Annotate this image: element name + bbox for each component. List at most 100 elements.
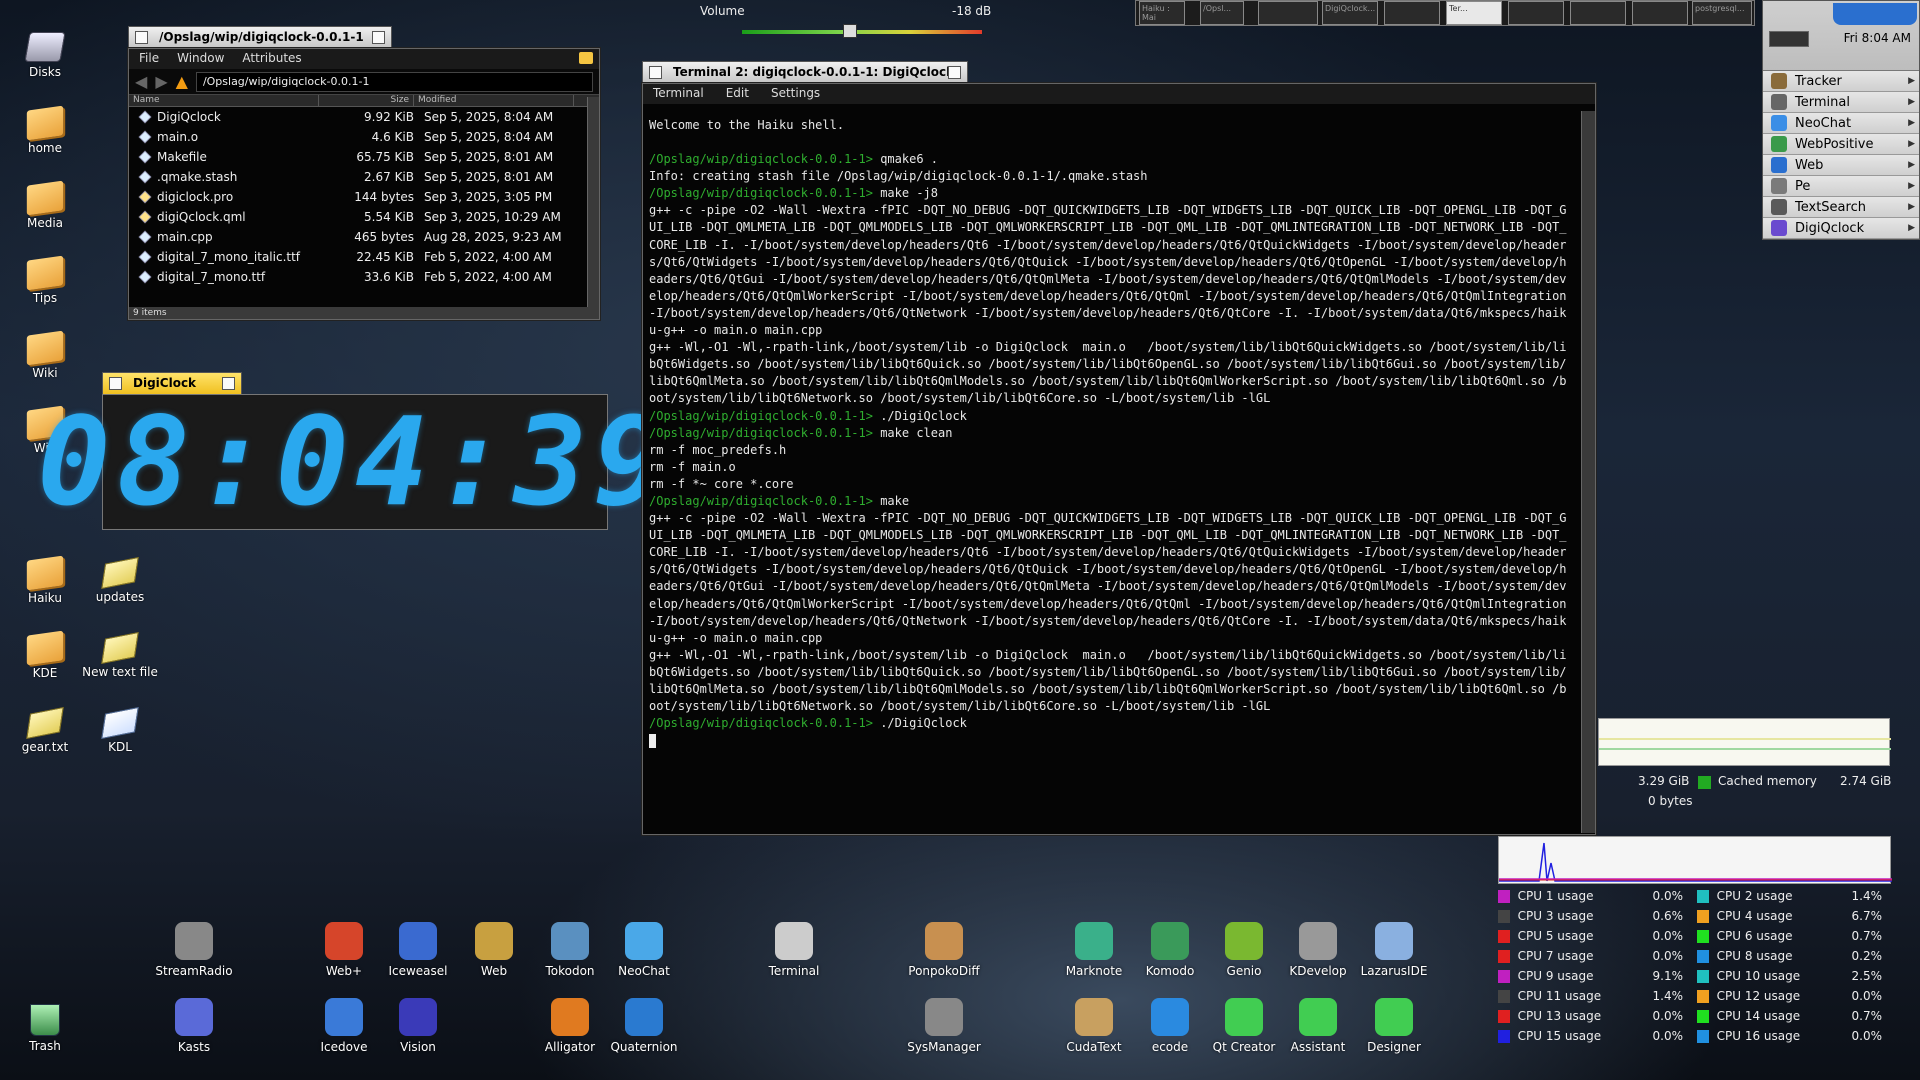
close-button[interactable] [109,377,122,390]
launcher-quaternion[interactable]: Quaternion [602,998,686,1054]
launcher-label: Iceweasel [388,964,448,978]
desktop-icon-trash[interactable]: Trash [0,999,90,1053]
deskbar-app-tracker[interactable]: Tracker ▶ [1763,71,1919,92]
desktop-icon-home[interactable]: home [0,102,90,155]
workspace-6-active[interactable]: Ter... [1446,1,1502,25]
launcher-icedove[interactable]: Icedove [302,998,386,1054]
launcher-streamradio[interactable]: StreamRadio [152,922,236,978]
file-list-scrollbar[interactable] [587,97,599,307]
launcher-sysmanager[interactable]: SysManager [902,998,986,1054]
launcher-tokodon[interactable]: Tokodon [528,922,612,978]
volume-slider-knob[interactable] [843,24,857,38]
launcher-ponpokodiff[interactable]: PonpokoDiff [902,922,986,978]
expand-arrow-icon[interactable]: ▶ [1908,76,1915,86]
launcher-designer[interactable]: Designer [1352,998,1436,1054]
launcher-vision[interactable]: Vision [376,998,460,1054]
launcher-web[interactable]: Web [452,922,536,978]
launcher-assistant[interactable]: Assistant [1276,998,1360,1054]
menu-window[interactable]: Window [177,51,224,67]
close-button[interactable] [649,66,662,79]
menu-edit[interactable]: Edit [726,86,749,102]
workspaces-strip[interactable]: Haiku : Mai /Opsl... DigiQclock... Ter..… [1135,0,1755,26]
launcher-lazaruside[interactable]: LazarusIDE [1352,922,1436,978]
tracker-window-tab[interactable]: /Opslag/wip/digiqclock-0.0.1-1 [128,26,392,48]
forward-arrow-icon[interactable]: ▶ [155,72,167,91]
desktop-icon-tips[interactable]: Tips [0,252,90,305]
volume-slider-track[interactable] [742,30,982,34]
deskbar-app-textsearch[interactable]: TextSearch ▶ [1763,197,1919,218]
back-arrow-icon[interactable]: ◀ [135,72,147,91]
terminal-window-tab[interactable]: Terminal 2: digiqclock-0.0.1-1: DigiQclo… [642,61,968,83]
file-row[interactable]: digital_7_mono_italic.ttf 22.45 KiB Feb 5,… [129,247,599,267]
column-name[interactable]: Name [129,95,319,106]
zoom-button[interactable] [948,66,961,79]
terminal-output[interactable]: Welcome to the Haiku shell. /Opslag/wip/d… [643,111,1579,833]
workspace-10[interactable]: postgresql... [1692,1,1752,25]
launcher-genio[interactable]: Genio [1202,922,1286,978]
file-row[interactable]: main.o 4.6 KiB Sep 5, 2025, 8:04 AM [129,127,599,147]
system-tray-icons[interactable] [1769,31,1809,47]
workspace-1[interactable]: Haiku : Mai [1139,1,1185,25]
launcher-alligator[interactable]: Alligator [528,998,612,1054]
expand-arrow-icon[interactable]: ▶ [1908,139,1915,149]
menu-file[interactable]: File [139,51,159,67]
desktop-icon-updates[interactable]: updates [75,552,165,604]
desktop-icon-wiki[interactable]: Wiki [0,327,90,380]
launcher-web-[interactable]: Web+ [302,922,386,978]
deskbar-app-web[interactable]: Web ▶ [1763,155,1919,176]
leaf-menu-icon[interactable] [1833,3,1917,25]
menu-settings[interactable]: Settings [771,86,820,102]
deskbar-app-neochat[interactable]: NeoChat ▶ [1763,113,1919,134]
up-arrow-icon[interactable]: ▲ [176,72,188,91]
file-row[interactable]: DigiQclock 9.92 KiB Sep 5, 2025, 8:04 AM [129,107,599,127]
expand-arrow-icon[interactable]: ▶ [1908,118,1915,128]
workspace-5[interactable] [1384,1,1440,25]
desktop-icon-disks[interactable]: Disks [0,26,90,79]
zoom-button[interactable] [372,31,385,44]
expand-arrow-icon[interactable]: ▶ [1908,202,1915,212]
file-row[interactable]: digital_7_mono.ttf 33.6 KiB Feb 5, 2022, 4… [129,267,599,287]
deskbar-app-webpositive[interactable]: WebPositive ▶ [1763,134,1919,155]
launcher-terminal[interactable]: Terminal [752,922,836,978]
desktop-icon-kdl[interactable]: KDL [75,702,165,754]
zoom-button[interactable] [222,377,235,390]
expand-arrow-icon[interactable]: ▶ [1908,223,1915,233]
workspace-2[interactable]: /Opsl... [1200,1,1244,25]
deskbar-app-pe[interactable]: Pe ▶ [1763,176,1919,197]
deskbar-app-terminal[interactable]: Terminal ▶ [1763,92,1919,113]
desktop-icon-new-text-file[interactable]: New text file [75,627,165,679]
file-row[interactable]: digiQclock.qml 5.54 KiB Sep 3, 2025, 10:29… [129,207,599,227]
workspace-8[interactable] [1570,1,1626,25]
column-size[interactable]: Size [319,95,414,106]
file-row[interactable]: digiclock.pro 144 bytes Sep 3, 2025, 3:05 … [129,187,599,207]
terminal-scrollbar[interactable] [1581,111,1595,833]
file-row[interactable]: Makefile 65.75 KiB Sep 5, 2025, 8:01 AM [129,147,599,167]
menu-attributes[interactable]: Attributes [242,51,301,67]
launcher-ecode[interactable]: ecode [1128,998,1212,1054]
expand-arrow-icon[interactable]: ▶ [1908,160,1915,170]
launcher-qt-creator[interactable]: Qt Creator [1202,998,1286,1054]
file-row[interactable]: .qmake.stash 2.67 KiB Sep 5, 2025, 8:01 AM [129,167,599,187]
launcher-kdevelop[interactable]: KDevelop [1276,922,1360,978]
workspace-4[interactable]: DigiQclock... [1322,1,1378,25]
column-modified[interactable]: Modified [414,95,574,106]
deskbar-app-digiqclock[interactable]: DigiQclock ▶ [1763,218,1919,239]
launcher-iceweasel[interactable]: Iceweasel [376,922,460,978]
expand-arrow-icon[interactable]: ▶ [1908,97,1915,107]
launcher-marknote[interactable]: Marknote [1052,922,1136,978]
launcher-cudatext[interactable]: CudaText [1052,998,1136,1054]
deskbar-clock[interactable]: Fri 8:04 AM [1844,31,1911,45]
workspace-3[interactable] [1258,1,1318,25]
volume-control[interactable]: Volume -18 dB [700,2,1000,38]
menu-terminal[interactable]: Terminal [653,86,704,102]
file-row[interactable]: main.cpp 465 bytes Aug 28, 2025, 9:23 AM [129,227,599,247]
launcher-neochat[interactable]: NeoChat [602,922,686,978]
launcher-komodo[interactable]: Komodo [1128,922,1212,978]
expand-arrow-icon[interactable]: ▶ [1908,181,1915,191]
launcher-kasts[interactable]: Kasts [152,998,236,1054]
close-button[interactable] [135,31,148,44]
workspace-9[interactable] [1632,1,1688,25]
desktop-icon-media[interactable]: Media [0,177,90,230]
path-input[interactable]: /Opslag/wip/digiqclock-0.0.1-1 [195,71,593,92]
workspace-7[interactable] [1508,1,1564,25]
